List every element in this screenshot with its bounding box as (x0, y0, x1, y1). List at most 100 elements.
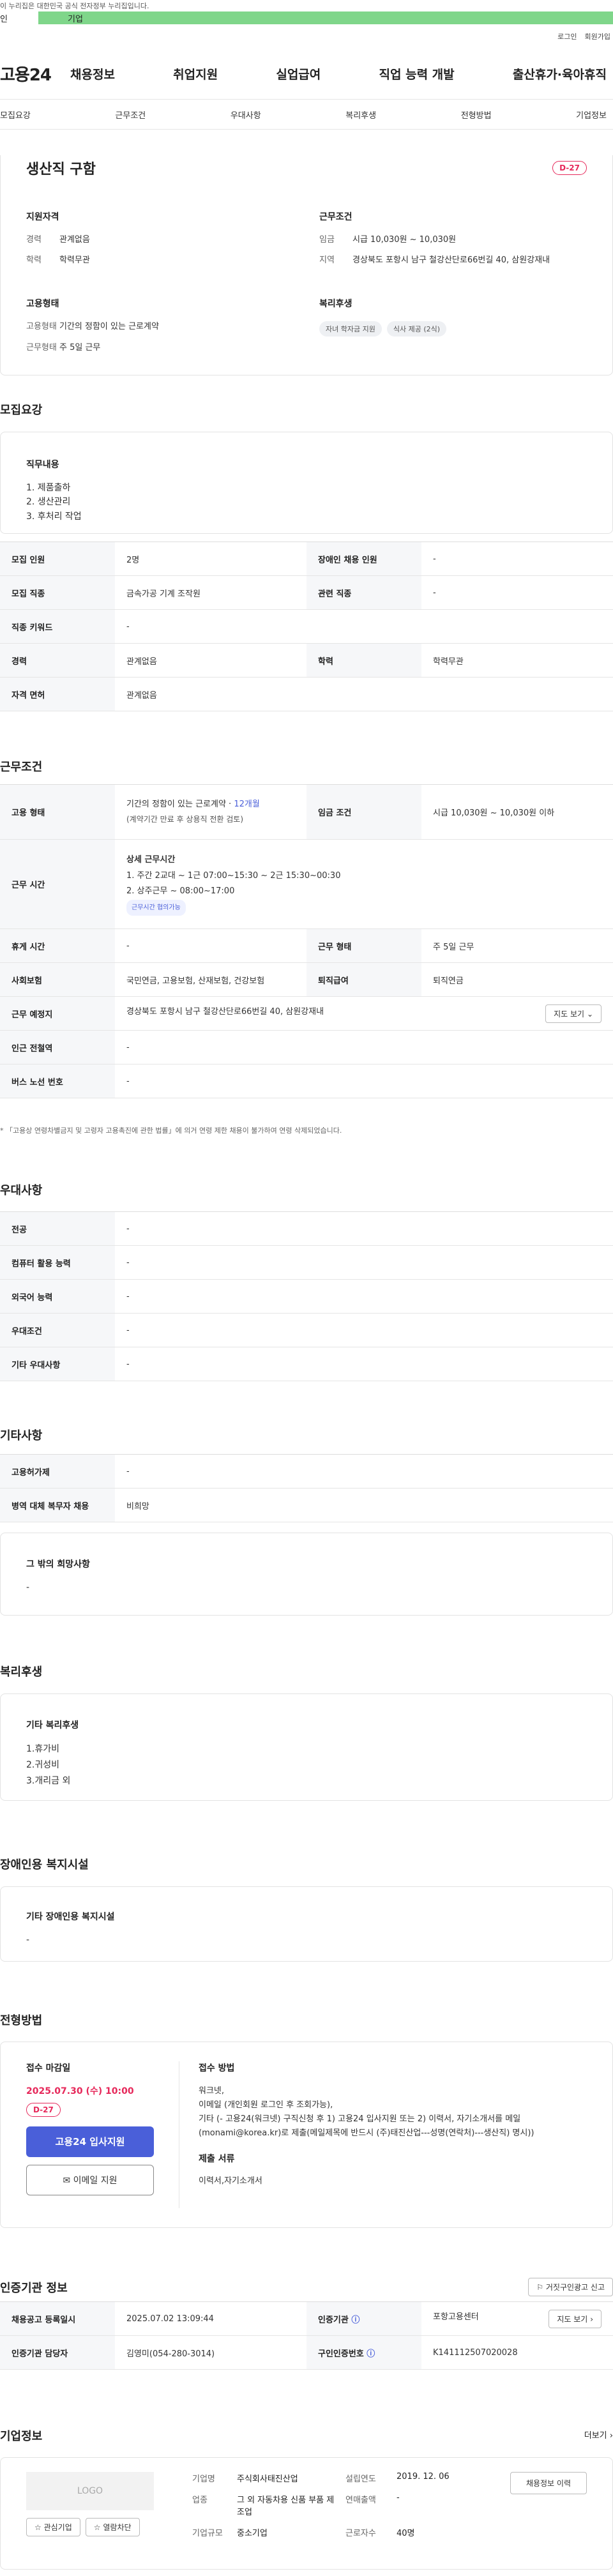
tab-company[interactable]: 기업정보 (576, 109, 607, 121)
table-cell: 관계없음 (115, 677, 613, 711)
table-row: 경력 관계없음 학력 학력무관 (0, 643, 613, 678)
table-cell: - (421, 542, 613, 576)
work-time-title: 상세 근무시간 (126, 854, 176, 865)
work-time-cell: 상세 근무시간 1. 주간 2교대 ~ 1근 07:00~15:30 ~ 2근 … (115, 839, 613, 929)
summary-key: 임금 (319, 235, 335, 245)
summary-key: 경력 (26, 235, 42, 245)
table-header: 전공 (0, 1211, 115, 1246)
company-more-link[interactable]: 더보기 › (584, 2428, 613, 2441)
table-cell: 금속가공 기계 조작원 (115, 575, 306, 610)
duty-item: 2. 생산관리 (26, 497, 71, 508)
section-title-conditions: 근무조건 (0, 761, 43, 774)
site-logo[interactable]: 고용24 (0, 62, 70, 86)
table-header: 관련 직종 (306, 575, 421, 610)
summary-key: 지역 (319, 255, 335, 266)
table-row: 직종 키워드 - (0, 609, 613, 644)
map-view-button[interactable]: 지도 보기 ⌄ (545, 1004, 602, 1023)
table-header: 모집 인원 (0, 542, 115, 576)
mail-icon: ✉ (63, 2176, 71, 2186)
table-cell: K141112507020028 (421, 2335, 613, 2370)
etc-table: 고용허가제 - 병역 대체 복무자 채용 비희망 (0, 1454, 613, 1522)
company-value: 2019. 12. 06 (397, 2472, 450, 2481)
join-link[interactable]: 회원가입 (585, 31, 610, 42)
block-company-button[interactable]: ☆ 열람차단 (85, 2518, 140, 2536)
table-row: 고용허가제 - (0, 1454, 613, 1489)
job-title: 생산직 구함 (26, 162, 96, 178)
summary-employment: 고용형태 고용형태 기간의 정함이 있는 근로계약 근무형태 주 5일 근무 (26, 297, 294, 362)
section-title-etc: 기타사항 (0, 1429, 43, 1443)
age-law-note: * 「고용상 연령차별금지 및 고령자 고용촉진에 관한 법률」에 의거 연령 … (0, 1126, 342, 1135)
info-icon[interactable]: ⓘ (367, 2349, 375, 2359)
info-icon[interactable]: ⓘ (351, 2315, 359, 2325)
summary-row: 경력 관계없음 (26, 234, 294, 246)
table-cell: 학력무관 (421, 643, 613, 678)
table-header: 사회보험 (0, 962, 115, 997)
table-header: 외국어 능력 (0, 1279, 115, 1314)
table-cell: - (421, 575, 613, 610)
chevron-down-icon: ⌄ (586, 1009, 593, 1019)
gnb-item-employment-support[interactable]: 취업지원 (173, 65, 218, 82)
favorite-company-button[interactable]: ☆ 관심기업 (26, 2518, 80, 2536)
summary-head: 생산직 구함 D-27 (26, 155, 587, 181)
disabled-value: - (26, 1935, 30, 1945)
gnb-item-leave[interactable]: 출산휴가·육아휴직 (513, 65, 607, 82)
table-header: 우대조건 (0, 1313, 115, 1347)
tab-preferences[interactable]: 우대사항 (231, 109, 261, 121)
section-title-recruit: 모집요강 (0, 404, 43, 417)
table-cell: - (115, 1064, 613, 1098)
agency-map-button[interactable]: 지도 보기 › (549, 2309, 602, 2328)
table-row: 고용 형태 기간의 정함이 있는 근로계약 · 12개월 (계약기간 만료 후 상… (0, 784, 613, 840)
welfare-chip: 자녀 학자금 지원 (319, 321, 382, 337)
chevron-right-icon: › (590, 2314, 593, 2324)
work-place: 경상북도 포항시 남구 철강산단로66번길 40, 삼원강재내 (126, 1006, 324, 1017)
gov-banner-text: 이 누리집은 대한민국 공식 전자정부 누리집입니다. (0, 2, 149, 10)
section-tabs: 모집요강 근무조건 우대사항 복리후생 전형방법 기업정보 (0, 100, 613, 130)
apply-column: 접수 마감일 2025.07.30 (수) 10:00 D-27 고용24 입사… (26, 2061, 179, 2208)
company-value: - (397, 2493, 400, 2503)
apply-button[interactable]: 고용24 입사지원 (26, 2126, 154, 2157)
table-header: 학력 (306, 643, 421, 678)
table-header: 장애인 채용 인원 (306, 542, 421, 576)
method-column: 접수 방법 워크넷, 이메일 (개인회원 로그인 후 조회가능), 기타 (- … (199, 2061, 587, 2208)
summary-row: 학력 학력무관 (26, 255, 294, 266)
method-list: 워크넷, 이메일 (개인회원 로그인 후 조회가능), 기타 (- 고용24(워… (199, 2084, 587, 2140)
report-button[interactable]: ⚐ 거짓구인광고 신고 (528, 2278, 613, 2296)
category-bar: 인 기업 (0, 11, 613, 24)
tab-conditions[interactable]: 근무조건 (115, 109, 146, 121)
block-icon: ☆ (93, 2523, 101, 2532)
summary-employment-title: 고용형태 (26, 299, 59, 310)
table-row: 휴게 시간 - 근무 형태 주 5일 근무 (0, 928, 613, 963)
tab-recruit[interactable]: 모집요강 (0, 109, 31, 121)
section-title-company: 기업정보 (0, 2430, 43, 2443)
table-cell: - (115, 1245, 613, 1280)
contract-months: 12개월 (234, 799, 260, 810)
duty-item: 1. 제품출하 (26, 483, 71, 493)
tab-process[interactable]: 전형방법 (461, 109, 492, 121)
report-label: 거짓구인광고 신고 (545, 2283, 605, 2292)
job-history-button[interactable]: 채용정보 이력 (510, 2472, 587, 2494)
category-company[interactable]: 기업 (38, 11, 613, 24)
summary-value: 주 5일 근무 (59, 342, 101, 352)
login-link[interactable]: 로그인 (557, 31, 577, 42)
table-row: 버스 노선 번호 - (0, 1064, 613, 1098)
tab-welfare[interactable]: 복리후생 (345, 109, 376, 121)
table-header: 병역 대체 복무자 채용 (0, 1488, 115, 1522)
email-apply-button[interactable]: ✉ 이메일 지원 (26, 2165, 154, 2195)
benefit-box: 기타 복리후생 1.휴가비 2.귀성비 3.개리금 외 (0, 1693, 613, 1801)
company-value: 그 외 자동차용 신품 부품 제조업 (237, 2496, 335, 2517)
gnb-item-jobs[interactable]: 채용정보 (70, 65, 115, 82)
summary-welfare-title: 복리후생 (319, 299, 352, 310)
company-key: 근로자수 (345, 2529, 376, 2538)
table-cell: - (115, 1347, 613, 1381)
gnb-item-unemployment[interactable]: 실업급여 (276, 65, 321, 82)
table-cell: 비희망 (115, 1488, 613, 1522)
deadline-title: 접수 마감일 (26, 2063, 71, 2073)
table-cell: - (115, 1279, 613, 1314)
method-item: 이메일 (개인회원 로그인 후 조회가능), (199, 2100, 333, 2110)
gnb-item-training[interactable]: 직업 능력 개발 (379, 65, 455, 82)
company-value: 주식회사태진산업 (237, 2474, 298, 2484)
benefit-list: 1.휴가비 2.귀성비 3.개리금 외 (26, 1741, 587, 1790)
company-key: 업종 (192, 2496, 208, 2505)
section-title-welfare: 복리후생 (0, 1665, 43, 1679)
category-personal[interactable]: 인 (0, 11, 38, 24)
